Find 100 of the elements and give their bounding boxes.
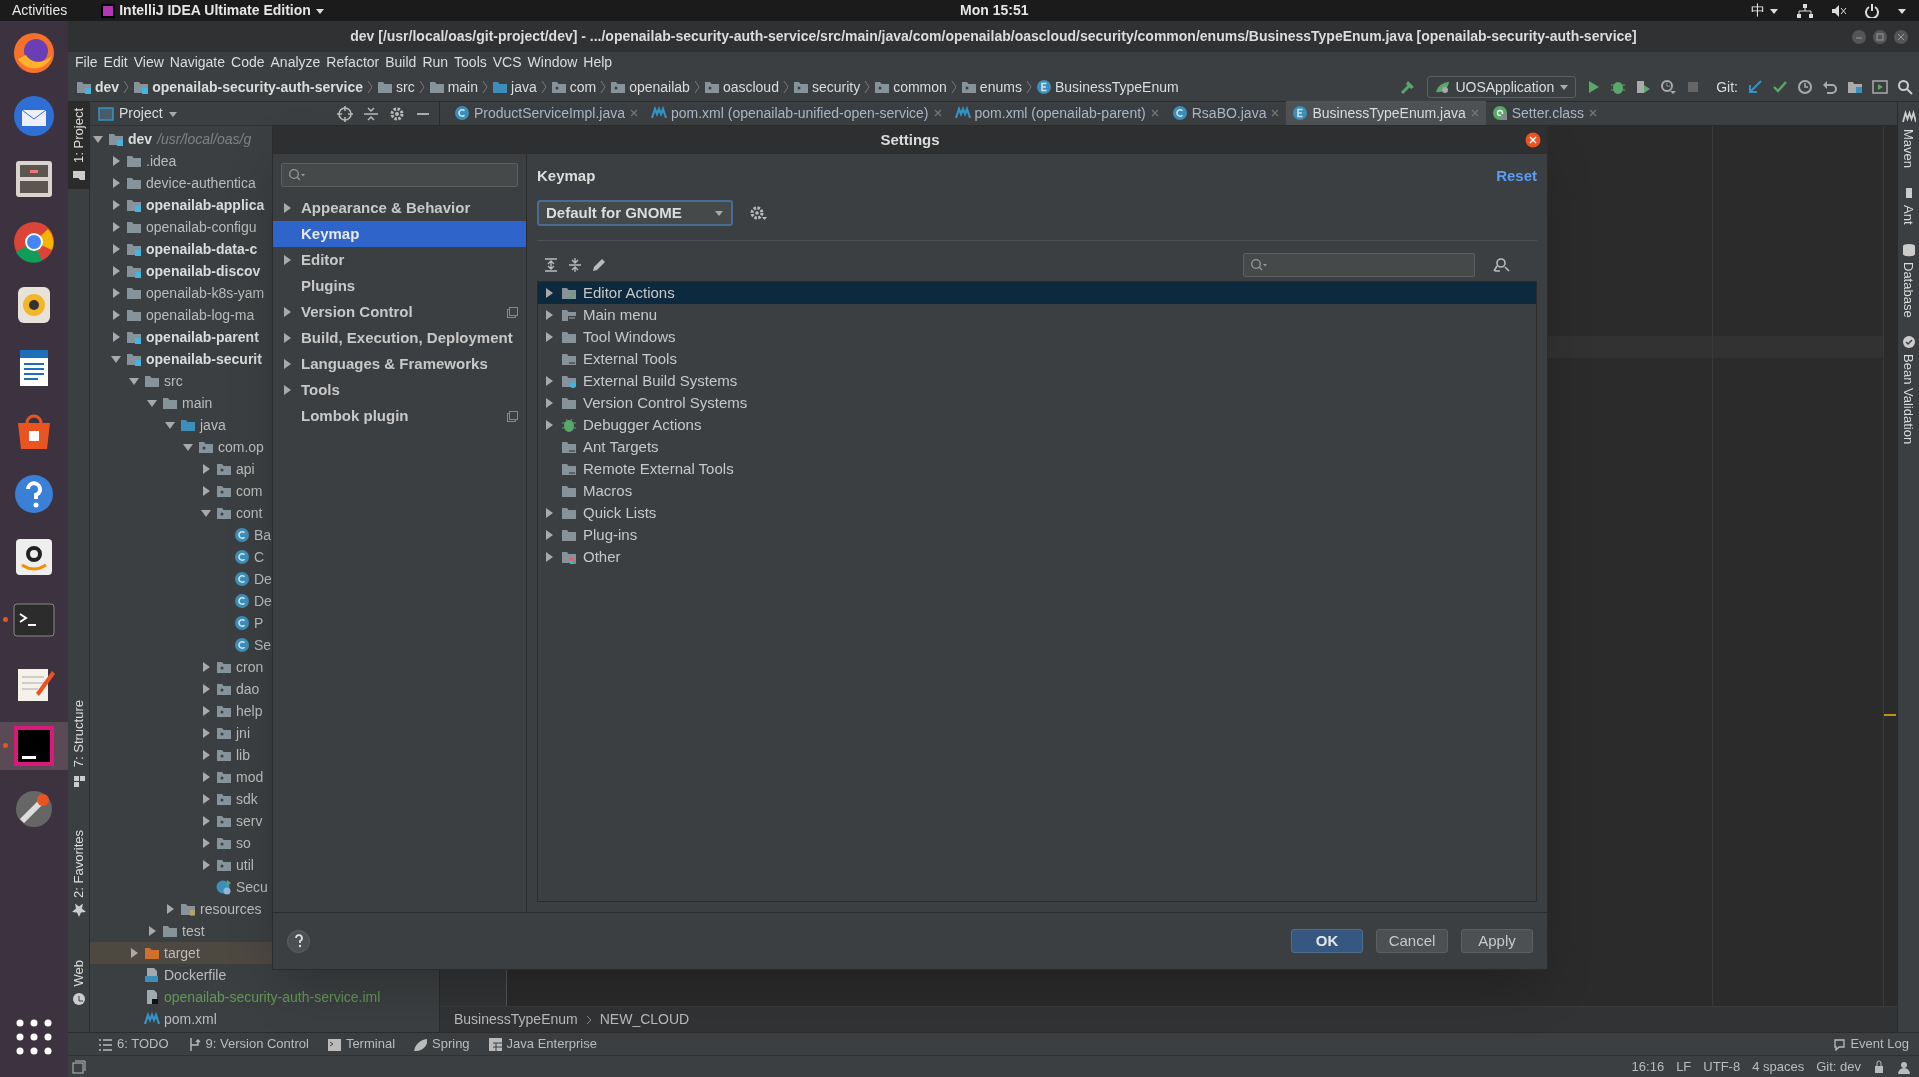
breadcrumb-item[interactable]: enums [960, 76, 1022, 98]
tree-item[interactable]: .idea [90, 150, 439, 172]
status-item[interactable]: 16:16 [1631, 1056, 1665, 1077]
keymap-tree-item[interactable]: Editor Actions [538, 282, 1536, 304]
tool-window-tab[interactable]: 1: Project [67, 102, 90, 189]
tool-window-tab[interactable]: Ant [1898, 182, 1919, 229]
tree-item[interactable]: mod [90, 766, 439, 788]
editor-tab[interactable]: Setter.class [1485, 101, 1605, 125]
tool-window-tab[interactable]: 9: Version Control [186, 1034, 309, 1054]
tree-item[interactable]: lib [90, 744, 439, 766]
tree-item[interactable]: serv [90, 810, 439, 832]
menu-item[interactable]: Build [382, 52, 420, 73]
settings-nav-item[interactable]: Keymap [273, 221, 526, 247]
tool-window-tab[interactable]: 2: Favorites [67, 823, 90, 924]
tree-item[interactable]: resources [90, 898, 439, 920]
tree-item[interactable]: cron [90, 656, 439, 678]
profiler-icon[interactable] [1660, 79, 1677, 95]
menu-item[interactable]: Run [419, 52, 452, 73]
menu-item[interactable]: Analyze [267, 52, 324, 73]
tree-item[interactable]: util [90, 854, 439, 876]
breadcrumb-item[interactable]: BusinessTypeEnum [1035, 76, 1179, 98]
settings-nav-item[interactable]: Languages & Frameworks [273, 351, 526, 377]
keymap-tree-item[interactable]: Remote External Tools [538, 458, 1536, 480]
tool-window-tab[interactable]: Bean Validation [1898, 331, 1919, 449]
run-window-icon[interactable] [1872, 79, 1888, 95]
close-button[interactable] [1525, 132, 1541, 148]
tree-item[interactable]: De [90, 568, 439, 590]
find-shortcut-icon[interactable] [1493, 257, 1511, 273]
breadcrumb-item[interactable]: NEW_CLOUD [599, 1009, 690, 1030]
help-icon[interactable] [12, 472, 56, 516]
tree-item[interactable]: device-authentica [90, 172, 439, 194]
keymap-tree-item[interactable]: Tool Windows [538, 326, 1536, 348]
search-icon[interactable] [1897, 79, 1913, 95]
activities-button[interactable]: Activities [12, 0, 68, 21]
tree-item[interactable]: help [90, 700, 439, 722]
crosshair-icon[interactable] [337, 105, 353, 122]
dialog-button[interactable]: OK [1291, 929, 1363, 953]
maximize-button[interactable] [1872, 28, 1888, 45]
tree-item[interactable]: Se [90, 634, 439, 656]
breadcrumb-item[interactable]: openailab [610, 76, 690, 98]
settings-nav-item[interactable]: Version Control [273, 299, 526, 325]
status-item[interactable]: Git: dev [1816, 1056, 1861, 1077]
menu-item[interactable]: Tools [451, 52, 490, 73]
tree-item[interactable]: P [90, 612, 439, 634]
tree-item[interactable]: De [90, 590, 439, 612]
tree-item[interactable]: C [90, 546, 439, 568]
settings-icon[interactable] [389, 105, 405, 122]
collapse-all-icon[interactable] [567, 257, 583, 273]
settings-nav-item[interactable]: Plugins [273, 273, 526, 299]
project-view-dropdown[interactable]: Project [98, 103, 178, 124]
status-item[interactable]: LF [1676, 1056, 1692, 1077]
keymap-tree-item[interactable]: Debugger Actions [538, 414, 1536, 436]
keymap-dropdown[interactable]: Default for GNOME [537, 200, 733, 226]
menu-item[interactable]: Edit [100, 52, 131, 73]
breadcrumb-item[interactable]: security [792, 76, 861, 98]
tree-item[interactable]: api [90, 458, 439, 480]
keymap-tree-item[interactable]: Quick Lists [538, 502, 1536, 524]
expand-all-icon[interactable] [543, 257, 559, 273]
menu-item[interactable]: Help [580, 52, 616, 73]
breadcrumb-item[interactable]: BusinessTypeEnum [454, 1009, 578, 1030]
keymap-tree-item[interactable]: Ant Targets [538, 436, 1536, 458]
keymap-tree-item[interactable]: Plug-ins [538, 524, 1536, 546]
breadcrumb-item[interactable]: java [492, 76, 537, 98]
settings-nav-item[interactable]: Lombok plugin [273, 403, 526, 429]
tree-item[interactable]: Dockerfile [90, 964, 439, 986]
tree-item[interactable]: pom.xml [90, 1008, 439, 1030]
tree-item[interactable]: dao [90, 678, 439, 700]
checkmark-icon[interactable] [1772, 79, 1788, 95]
keymap-tree-item[interactable]: Version Control Systems [538, 392, 1536, 414]
tree-item[interactable]: jni [90, 722, 439, 744]
tree-item[interactable]: so [90, 832, 439, 854]
mail-icon[interactable] [12, 94, 56, 138]
search-field[interactable] [281, 163, 518, 187]
status-item[interactable]: UTF-8 [1703, 1056, 1741, 1077]
breadcrumb-item[interactable]: dev [76, 76, 120, 98]
history-icon[interactable] [1797, 79, 1813, 95]
breadcrumb-item[interactable]: com [550, 76, 597, 98]
menu-item[interactable]: Window [524, 52, 581, 73]
tree-item[interactable]: cont [90, 502, 439, 524]
menu-item[interactable]: Code [228, 52, 268, 73]
browser-icon[interactable] [12, 31, 56, 75]
run-configuration-dropdown[interactable]: UOSApplication [1427, 76, 1577, 98]
breadcrumb-item[interactable]: common [874, 76, 947, 98]
update-arrow-icon[interactable] [1747, 79, 1763, 95]
coverage-icon[interactable] [1635, 79, 1652, 95]
dialog-button[interactable]: Cancel [1376, 929, 1448, 953]
tree-item[interactable]: com [90, 480, 439, 502]
person-icon[interactable] [1897, 1059, 1911, 1074]
tool-window-tab[interactable]: Terminal [326, 1034, 395, 1054]
keymap-tree-item[interactable]: Main menu [538, 304, 1536, 326]
tool-window-tab[interactable]: 7: Structure [67, 694, 90, 794]
settings-nav-item[interactable]: Build, Execution, Deployment [273, 325, 526, 351]
dialog-button[interactable]: Apply [1461, 929, 1533, 953]
tool-window-tab[interactable]: 6: TODO [98, 1034, 169, 1054]
menu-item[interactable]: Navigate [166, 52, 229, 73]
menu-item[interactable]: Refactor [323, 52, 383, 73]
project-structure-icon[interactable] [1847, 79, 1863, 95]
menu-item[interactable]: File [72, 52, 101, 73]
tool-window-tab[interactable]: Java Enterprise [487, 1034, 597, 1054]
tool-window-tab[interactable]: Maven [1898, 106, 1919, 173]
